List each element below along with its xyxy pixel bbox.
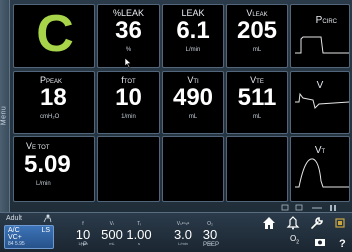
tile-unit: L/min [185, 47, 201, 53]
setting-vt[interactable]: Vₜ 500 mL [99, 221, 125, 251]
tile-unit: 1/min [121, 114, 136, 120]
setting-value: 3.0 [173, 227, 193, 242]
menu-tab[interactable]: Menu [0, 0, 10, 212]
empty-tile[interactable] [97, 136, 160, 202]
ventilator-screen: Menu C %LEAK 36 % LEAK 6.1 L/min VLEAK 2… [0, 0, 352, 252]
tile-unit: mL [188, 114, 198, 120]
patient-icon [43, 214, 52, 223]
menu-label: Menu [0, 105, 8, 126]
setting-value: 30 [202, 227, 218, 242]
patient-type-label: Adult [6, 215, 22, 222]
vti-tile[interactable]: VTI 490 mL [162, 71, 224, 134]
mode-ls: LS [41, 227, 50, 234]
tile-value: 205 [236, 17, 278, 44]
mode-letter: C [36, 5, 74, 63]
flow-waveform [295, 92, 349, 109]
tile-value: 490 [172, 84, 214, 111]
pressure-waveform [295, 36, 349, 54]
volume-waveform [295, 158, 349, 188]
camera-icon[interactable] [314, 236, 326, 248]
setting-value: 10 [75, 227, 91, 242]
tile-value: 36 [115, 17, 142, 44]
home-icon[interactable] [262, 216, 276, 230]
setting-value: 500 [101, 227, 123, 242]
ftot-tile[interactable]: fTOT 10 1/min [97, 71, 160, 134]
tile-unit: mL [252, 114, 262, 120]
mode-small-values: 84 5.95 [8, 241, 25, 247]
volume-waveform-tile[interactable]: VT [290, 136, 350, 202]
mouse-cursor-icon [125, 58, 132, 68]
setting-ti[interactable]: Tᵢ 1.00 s [124, 221, 154, 251]
leak-tile[interactable]: LEAK 6.1 L/min [162, 4, 224, 68]
alarm-bell-icon[interactable] [286, 216, 300, 230]
graph-controls-icons [281, 204, 336, 211]
tile-unit: % [125, 47, 132, 53]
help-icon[interactable]: ? [337, 236, 349, 248]
setting-vsense[interactable]: Vₛᵉⁿₛᵉ 3.0 L/min [170, 221, 196, 251]
vte-tile[interactable]: VTE 511 mL [226, 71, 288, 134]
flow-waveform-tile[interactable]: V [290, 71, 350, 134]
vetot-tile[interactable]: VE TOT 5.09 L/min [13, 136, 95, 202]
o2-button[interactable]: O2 [290, 234, 299, 246]
tile-value: 18 [40, 84, 67, 111]
tile-value: 5.09 [24, 151, 71, 178]
tile-value: 511 [237, 84, 277, 111]
alarm-volume-icon[interactable] [334, 216, 348, 230]
pcirc-waveform-tile[interactable]: PCIRC [290, 4, 350, 68]
tile-value: 6.1 [176, 17, 210, 44]
svg-text:?: ? [339, 238, 346, 248]
empty-tile[interactable] [226, 136, 288, 202]
tile-value: 10 [115, 84, 142, 111]
tile-unit: L/min [36, 181, 51, 187]
graph-controls[interactable] [280, 204, 350, 212]
peep-label: PEEP [203, 242, 220, 248]
ppeak-tile[interactable]: PPEAK 18 cmH₂O [13, 71, 95, 134]
pressure-trigger-label: ↑P [80, 242, 88, 248]
tile-unit: cmH₂O [40, 114, 60, 120]
wrench-icon[interactable] [310, 216, 324, 230]
mode-indicator-tile: C [13, 4, 95, 68]
empty-tile[interactable] [162, 136, 224, 202]
mode-line-2: VC+ [8, 234, 22, 241]
setting-value: 1.00 [126, 227, 152, 242]
ventilation-mode-button[interactable]: A/C VC+ LS 84 5.95 [4, 225, 54, 249]
tile-unit: mL [252, 47, 262, 53]
vleak-tile[interactable]: VLEAK 205 mL [226, 4, 288, 68]
